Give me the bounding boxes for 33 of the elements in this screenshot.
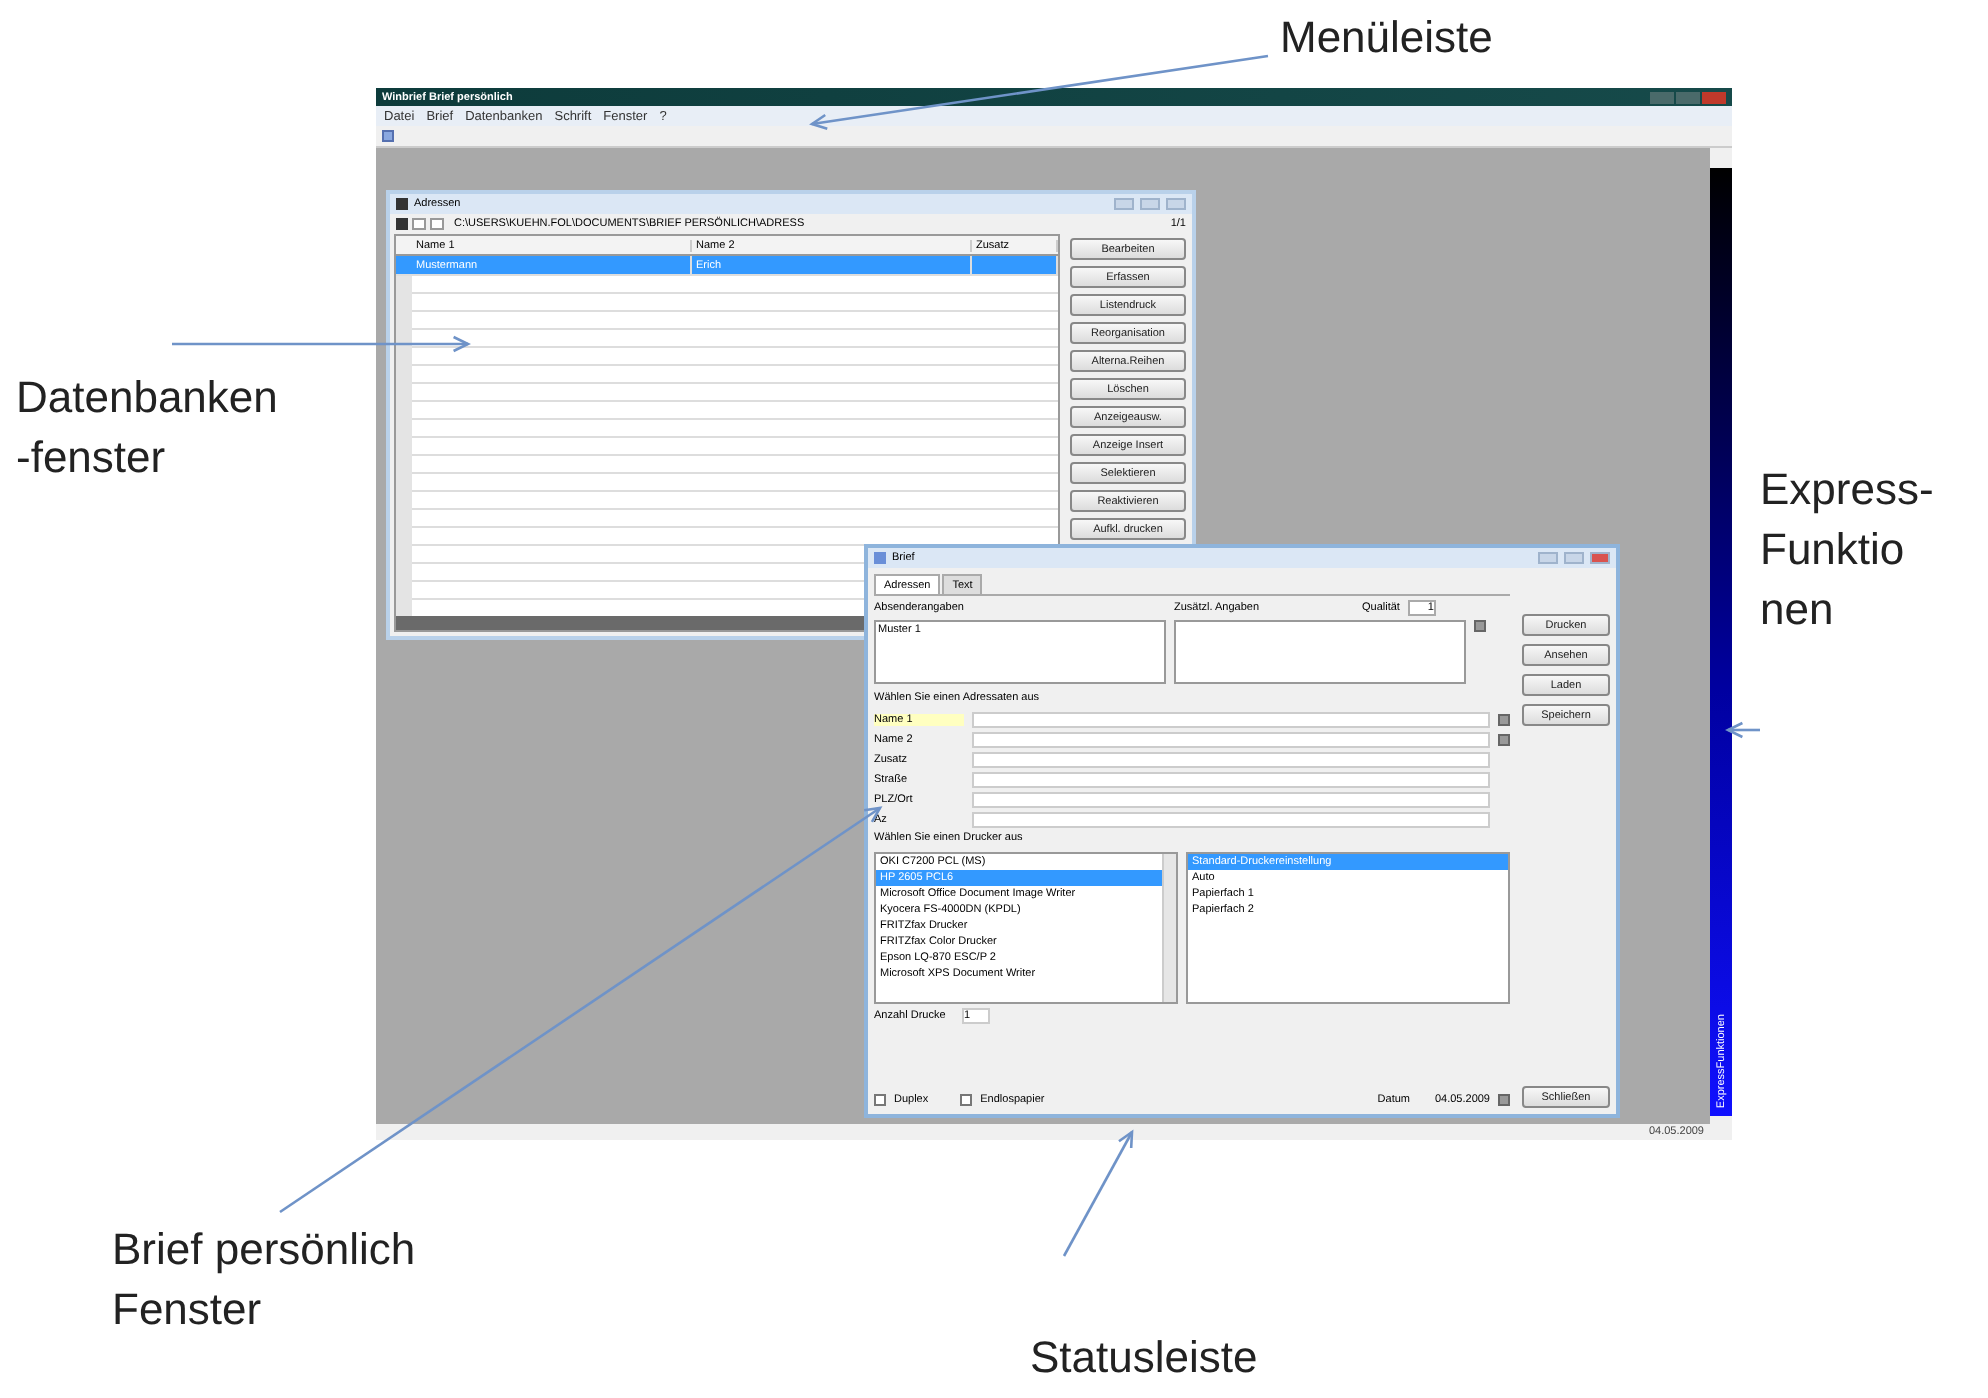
input-field[interactable] <box>972 732 1490 748</box>
checkbox[interactable] <box>874 1094 886 1106</box>
extra-textarea[interactable] <box>1174 620 1466 684</box>
callout-arrow <box>1725 721 1760 739</box>
minimize-button[interactable] <box>1538 552 1558 564</box>
checkbox[interactable] <box>960 1094 973 1106</box>
callout-label: Express- Funktio nen <box>1760 462 1934 638</box>
callout-label: Datenbanken -fenster <box>16 370 278 486</box>
maximize-button[interactable] <box>1676 91 1700 103</box>
callout-arrow <box>1062 1129 1134 1257</box>
input-field[interactable] <box>972 752 1490 768</box>
input-field[interactable] <box>972 792 1490 808</box>
input-field[interactable] <box>972 812 1490 828</box>
minimize-button[interactable] <box>1114 198 1134 210</box>
input-field[interactable] <box>972 772 1490 788</box>
close-button[interactable] <box>1702 91 1726 103</box>
maximize-button[interactable] <box>1140 198 1160 210</box>
back-button[interactable] <box>412 218 426 230</box>
maximize-button[interactable] <box>1564 552 1584 564</box>
callout-label: Brief persönlich Fenster <box>112 1222 416 1338</box>
minimize-button[interactable] <box>1650 91 1674 103</box>
callout-label: Statusleiste <box>1030 1330 1258 1386</box>
calendar-icon[interactable] <box>1498 1094 1510 1106</box>
forward-button[interactable] <box>430 218 444 230</box>
envelope-icon <box>874 552 886 564</box>
callout-label: Menüleiste <box>1280 10 1493 66</box>
scrollbar[interactable] <box>1162 854 1176 1002</box>
close-button[interactable] <box>1166 198 1186 210</box>
window-icon <box>396 198 408 210</box>
close-button[interactable] <box>1590 552 1610 564</box>
lookup-button[interactable] <box>1474 620 1486 632</box>
window-icon[interactable] <box>382 130 394 142</box>
input-field[interactable] <box>972 712 1490 728</box>
